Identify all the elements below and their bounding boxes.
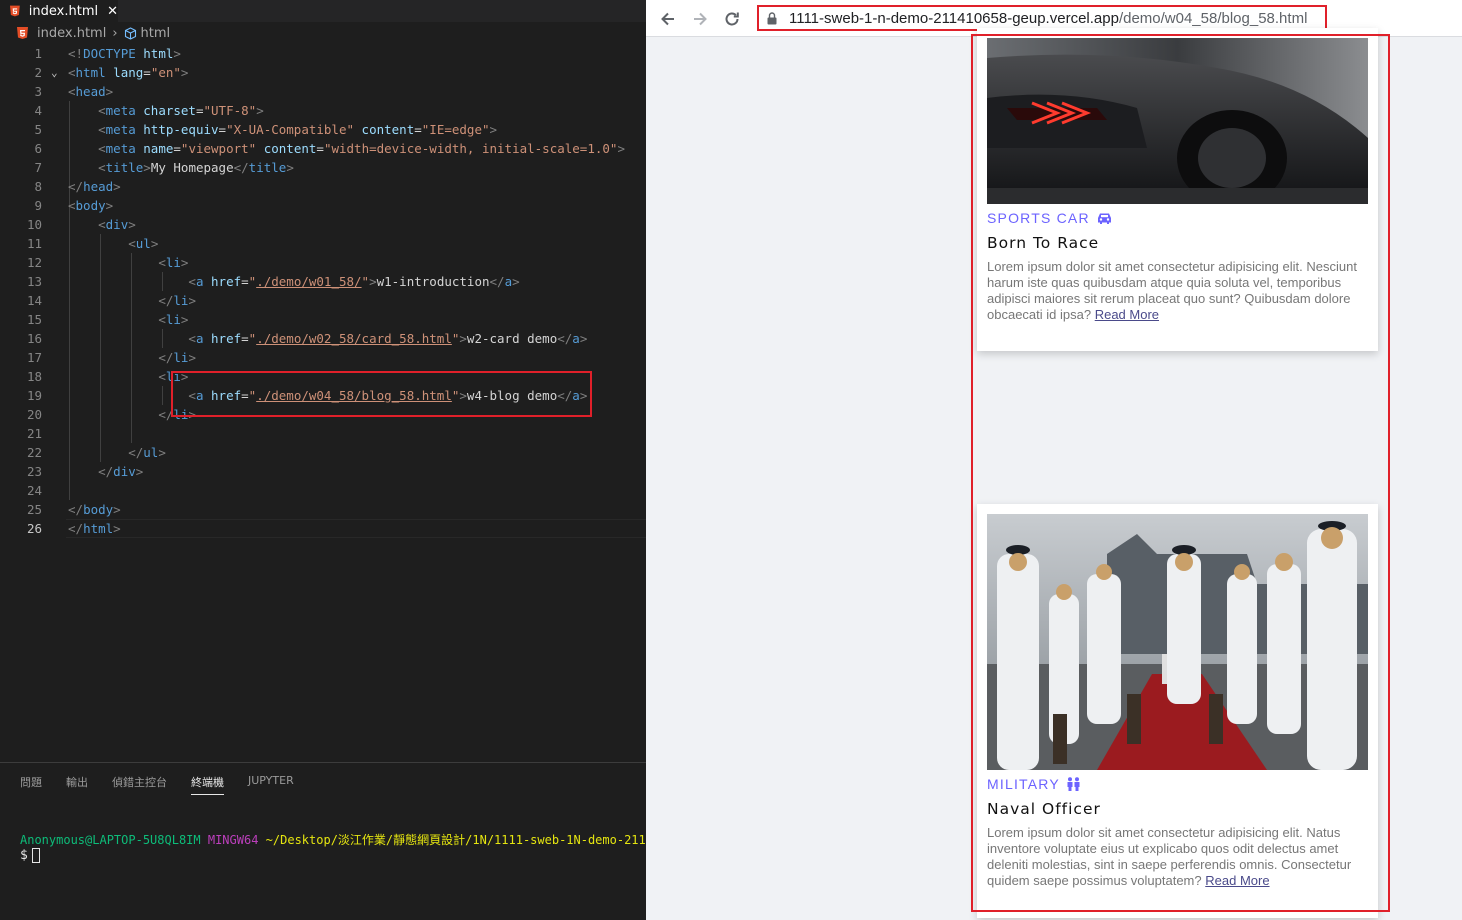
editor-tab-bar: index.html ✕ (0, 0, 646, 22)
panel-tab-terminal[interactable]: 終端機 (191, 774, 224, 795)
code-line: </html> (68, 521, 121, 536)
line-number: 12 (26, 255, 42, 270)
cube-icon (124, 26, 136, 40)
line-number: 15 (26, 312, 42, 327)
code-line: <li> (158, 312, 189, 327)
line-number: 13 (26, 274, 42, 289)
terminal-user: Anonymous@LAPTOP-5U8QL8IM (20, 833, 201, 847)
code-line: <ul> (128, 236, 159, 251)
line-number: 9 (34, 198, 42, 213)
html5-icon (10, 5, 20, 17)
code-line: </head> (68, 179, 121, 194)
line-number: 1 (34, 46, 42, 61)
code-line: <title>My Homepage</title> (98, 160, 294, 175)
highlight-box (971, 34, 1390, 912)
line-number: 21 (26, 426, 42, 441)
code-line: <div> (98, 217, 136, 232)
line-number: 25 (26, 502, 42, 517)
code-line: <meta http-equiv="X-UA-Compatible" conte… (98, 122, 498, 137)
web-page: SPORTS CAR Born To Race Lorem ipsum dolo… (646, 28, 1462, 920)
code-line: <a href="./demo/w01_58/">w1-introduction… (188, 274, 520, 289)
line-number: 16 (26, 331, 42, 346)
breadcrumb-symbol[interactable]: html (141, 26, 171, 41)
reload-icon[interactable] (722, 9, 742, 29)
code-editor: index.html ✕ index.html › html 1 2 3 4 5… (0, 0, 646, 920)
panel-tab-problems[interactable]: 問題 (20, 774, 42, 790)
highlight-box (171, 371, 592, 417)
bottom-panel: 問題 輸出 偵錯主控台 終端機 JUPYTER Anonymous@LAPTOP… (0, 762, 646, 920)
code-line: </ul> (128, 445, 166, 460)
line-number: 2 (34, 65, 42, 80)
line-number: 20 (26, 407, 42, 422)
url-path: /demo/w04_58/blog_58.html (1118, 9, 1308, 27)
code-line: </div> (98, 464, 144, 479)
code-line: <html lang="en"> (68, 65, 189, 80)
terminal-cursor (31, 848, 40, 863)
code-line: <li> (158, 255, 189, 270)
line-number: 3 (34, 84, 42, 99)
url-host: 1111-sweb-1-n-demo-211410658-geup.vercel… (789, 9, 1119, 27)
code-line: </li> (158, 350, 196, 365)
code-line: <meta charset="UTF-8"> (98, 103, 264, 118)
line-number: 24 (26, 483, 42, 498)
line-number: 6 (34, 141, 42, 156)
line-number: 14 (26, 293, 42, 308)
line-number: 26 (26, 521, 42, 536)
editor-tab-index-html[interactable]: index.html ✕ (0, 0, 118, 22)
panel-tab-debug-console[interactable]: 偵錯主控台 (112, 774, 167, 790)
terminal-dollar: $ (20, 848, 28, 863)
terminal-path: ~/Desktop/淡江作業/靜態網頁設計/1N/1111-sweb-1N-de… (265, 833, 646, 847)
tab-label: index.html (28, 3, 99, 19)
line-number: 17 (26, 350, 42, 365)
chevron-down-icon[interactable]: ⌄ (51, 63, 63, 82)
code-line: <meta name="viewport" content="width=dev… (98, 141, 625, 156)
panel-tab-jupyter[interactable]: JUPYTER (248, 774, 294, 787)
code-line: </body> (68, 502, 121, 517)
close-icon[interactable]: ✕ (107, 4, 118, 19)
lock-icon (767, 11, 777, 24)
code-area[interactable]: 1 2 3 4 5 6 7 8 9 10 11 12 13 14 15 16 1… (0, 44, 646, 544)
current-line-highlight (66, 519, 646, 538)
line-number: 5 (34, 122, 42, 137)
terminal-shell: MINGW64 (207, 833, 259, 847)
line-number: 11 (26, 236, 42, 251)
terminal-input-line[interactable]: $ (20, 848, 40, 863)
breadcrumb-file[interactable]: index.html (37, 26, 106, 41)
line-number: 18 (26, 369, 42, 384)
back-arrow-icon[interactable] (658, 9, 678, 29)
chevron-right-icon: › (112, 25, 118, 41)
html5-icon (17, 27, 28, 39)
code-line: </li> (158, 293, 196, 308)
line-number: 22 (26, 445, 42, 460)
line-number: 4 (34, 103, 42, 118)
forward-arrow-icon[interactable] (690, 9, 710, 29)
browser-window: 1111-sweb-1-n-demo-211410658-geup.vercel… (646, 0, 1462, 920)
line-number: 8 (34, 179, 42, 194)
line-number: 7 (34, 160, 42, 175)
line-number: 10 (26, 217, 42, 232)
code-line: <head> (68, 84, 114, 99)
breadcrumb: index.html › html (0, 22, 646, 44)
line-number: 19 (26, 388, 42, 403)
line-number: 23 (26, 464, 42, 479)
panel-tab-output[interactable]: 輸出 (66, 774, 88, 790)
terminal-prompt-line: Anonymous@LAPTOP-5U8QL8IM MINGW64 ~/Desk… (20, 831, 646, 848)
code-line: <!DOCTYPE html> (68, 46, 181, 61)
code-line: <body> (68, 198, 114, 213)
code-line: <a href="./demo/w02_58/card_58.html">w2-… (188, 331, 588, 346)
